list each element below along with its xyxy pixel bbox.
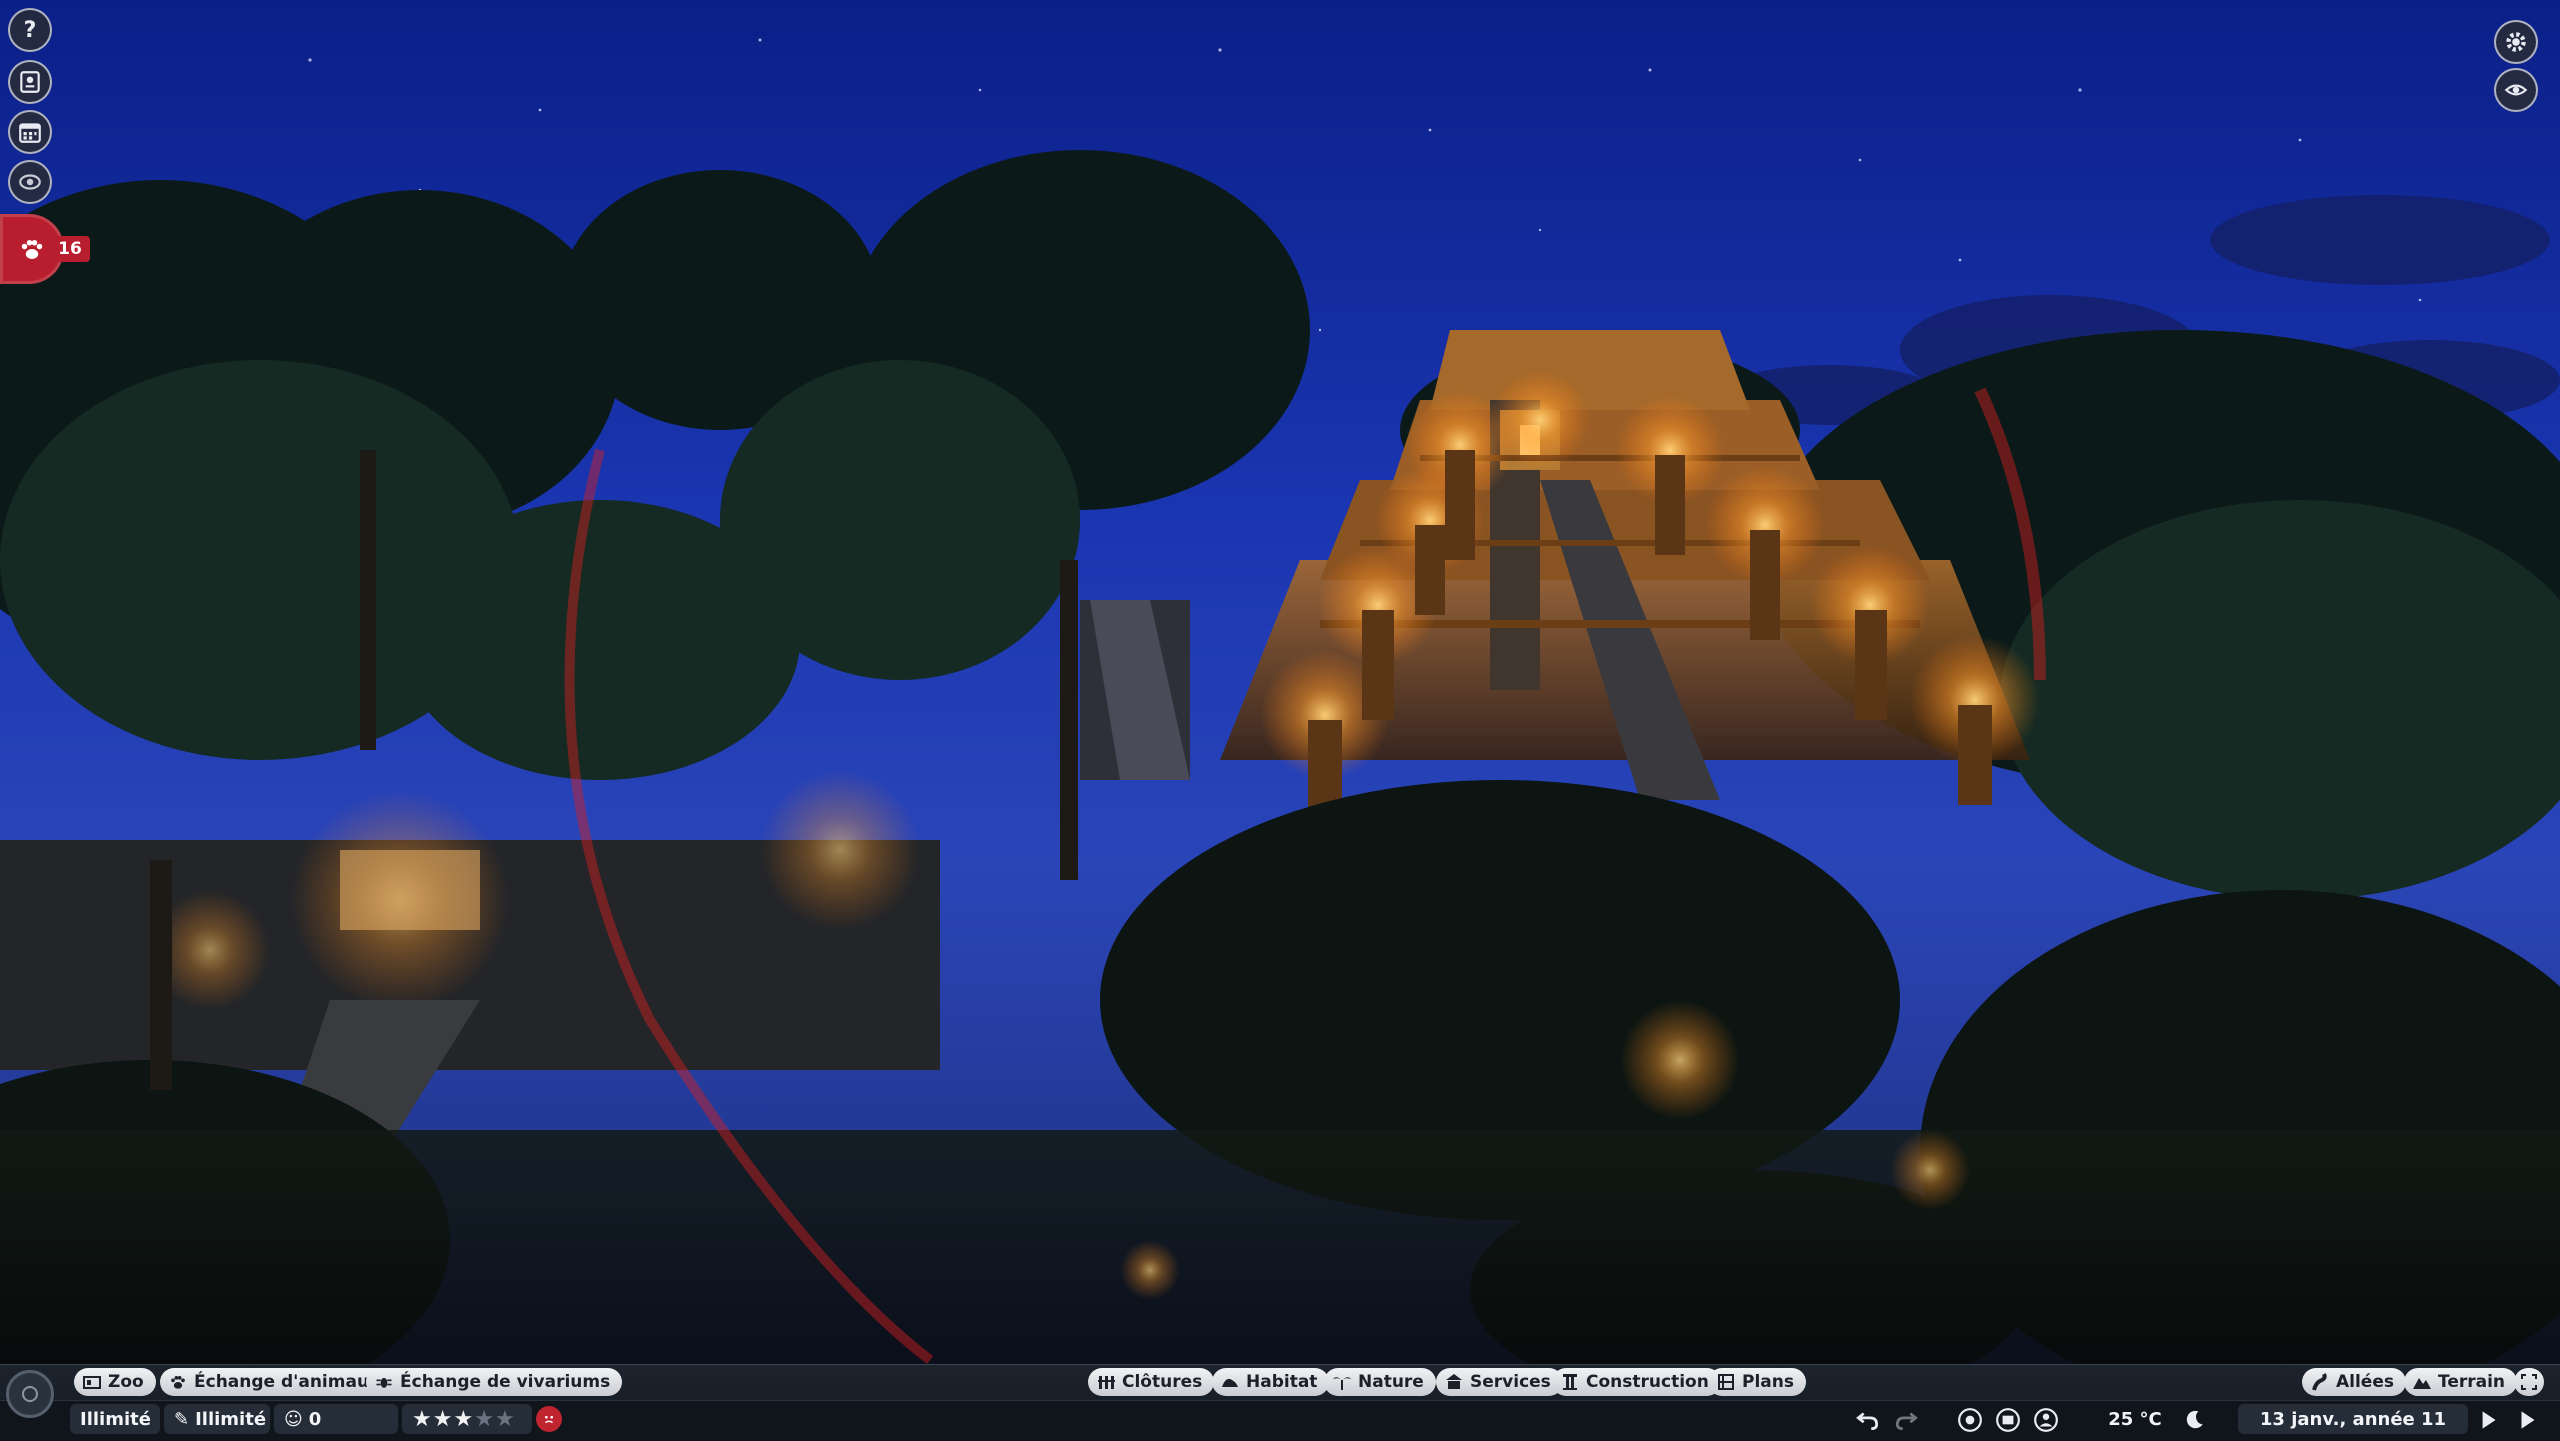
bug-icon bbox=[376, 1377, 392, 1388]
camera-mode-button[interactable] bbox=[6, 1370, 54, 1418]
moon-icon bbox=[2186, 1410, 2203, 1429]
guest-view-button[interactable] bbox=[2032, 1406, 2060, 1434]
redo-button[interactable] bbox=[1892, 1406, 1920, 1434]
play-icon bbox=[2482, 1411, 2496, 1429]
heatmap-button[interactable] bbox=[1956, 1406, 1984, 1434]
camera-icon bbox=[1996, 1408, 2020, 1432]
habitat-icon bbox=[1222, 1378, 1238, 1387]
tab-nature[interactable]: Nature bbox=[1324, 1368, 1436, 1396]
money-display[interactable]: Illimité bbox=[70, 1404, 160, 1434]
zoo-icon bbox=[83, 1376, 101, 1389]
tab-construction[interactable]: Construction bbox=[1552, 1368, 1721, 1396]
view-icon bbox=[19, 174, 41, 190]
star-empty-icon: ★ bbox=[474, 1406, 495, 1432]
settings-gear-icon bbox=[2506, 32, 2526, 52]
tab-animal-exchange-label: Échange d'animaux bbox=[194, 1372, 381, 1392]
tab-habitat-label: Habitat bbox=[1246, 1372, 1318, 1392]
redo-icon bbox=[1895, 1412, 1918, 1431]
tab-paths-label: Allées bbox=[2336, 1372, 2394, 1392]
guests-value: 0 bbox=[308, 1408, 322, 1430]
leaf-icon: ✎ bbox=[174, 1408, 190, 1430]
tab-fences[interactable]: Clôtures bbox=[1088, 1368, 1215, 1396]
camera-icon bbox=[22, 1386, 38, 1402]
paw-icon bbox=[171, 1376, 185, 1389]
calendar-button[interactable] bbox=[8, 110, 52, 154]
mood-sad-icon[interactable] bbox=[536, 1406, 562, 1432]
tab-animal-exchange[interactable]: Échange d'animaux bbox=[160, 1368, 393, 1396]
tab-blueprints-label: Plans bbox=[1742, 1372, 1794, 1392]
star-empty-icon: ★ bbox=[494, 1406, 516, 1432]
paw-icon bbox=[21, 240, 43, 259]
blueprint-icon bbox=[1718, 1374, 1734, 1390]
fast-forward-button[interactable] bbox=[2514, 1406, 2542, 1434]
temperature-value: 25 °C bbox=[2108, 1408, 2162, 1430]
calendar-icon bbox=[19, 123, 41, 143]
heatmap-icon bbox=[1958, 1408, 1982, 1432]
day-night-button[interactable] bbox=[2180, 1406, 2208, 1434]
star-filled-icon: ★ bbox=[412, 1406, 433, 1432]
shop-icon bbox=[1446, 1374, 1462, 1389]
undo-button[interactable] bbox=[1854, 1406, 1882, 1434]
star-filled-icon: ★ bbox=[453, 1406, 475, 1432]
fence-icon bbox=[1098, 1376, 1115, 1389]
expand-icon bbox=[2521, 1374, 2537, 1390]
tab-vivarium-exchange-label: Échange de vivariums bbox=[400, 1372, 611, 1392]
tab-paths[interactable]: Allées bbox=[2302, 1368, 2406, 1396]
tab-services-label: Services bbox=[1470, 1372, 1551, 1392]
palm-tree-icon bbox=[1333, 1377, 1351, 1390]
tab-terrain[interactable]: Terrain bbox=[2404, 1368, 2518, 1396]
temperature-display: 25 °C bbox=[2090, 1404, 2180, 1434]
path-icon bbox=[2312, 1373, 2327, 1391]
star-filled-icon: ★ bbox=[432, 1406, 454, 1432]
visibility-button[interactable] bbox=[2494, 68, 2538, 112]
guests-display[interactable]: ☺ 0 bbox=[274, 1404, 398, 1434]
encyclopedia-icon bbox=[20, 71, 40, 93]
date-value: 13 janv., année 11 bbox=[2259, 1408, 2447, 1430]
fast-forward-icon bbox=[2521, 1411, 2535, 1429]
animal-count-badge: 16 bbox=[50, 236, 90, 262]
tab-vivarium-exchange[interactable]: Échange de vivariums bbox=[366, 1368, 623, 1396]
tab-construction-label: Construction bbox=[1586, 1372, 1709, 1392]
undo-icon bbox=[1856, 1412, 1879, 1431]
tab-services[interactable]: Services bbox=[1436, 1368, 1563, 1396]
help-button[interactable]: ? bbox=[8, 8, 52, 52]
research-display[interactable]: ✎ Illimité bbox=[164, 1404, 270, 1434]
settings-button[interactable] bbox=[2494, 20, 2538, 64]
view-button[interactable] bbox=[8, 160, 52, 204]
expand-toolbar-button[interactable] bbox=[2514, 1368, 2544, 1396]
person-icon bbox=[2034, 1408, 2058, 1432]
rating-stars: ★★★★★ bbox=[412, 1407, 516, 1432]
encyclopedia-button[interactable] bbox=[8, 60, 52, 104]
tab-nature-label: Nature bbox=[1358, 1372, 1424, 1392]
guests-icon: ☺ bbox=[284, 1408, 303, 1430]
help-icon: ? bbox=[23, 17, 37, 43]
money-value: Illimité bbox=[80, 1408, 151, 1430]
tab-terrain-label: Terrain bbox=[2438, 1372, 2506, 1392]
date-display: 13 janv., année 11 bbox=[2238, 1404, 2468, 1434]
tab-zoo[interactable]: Zoo bbox=[74, 1368, 156, 1396]
zoo-night-scene bbox=[0, 0, 2560, 1440]
tab-zoo-label: Zoo bbox=[108, 1372, 144, 1392]
eye-icon bbox=[2504, 84, 2528, 96]
zoo-rating[interactable]: ★★★★★ bbox=[402, 1404, 532, 1434]
tab-habitat[interactable]: Habitat bbox=[1212, 1368, 1330, 1396]
tab-blueprints[interactable]: Plans bbox=[1708, 1368, 1806, 1396]
mountain-icon bbox=[2413, 1378, 2431, 1389]
research-value: Illimité bbox=[195, 1408, 267, 1430]
tab-fences-label: Clôtures bbox=[1122, 1372, 1203, 1392]
pillar-icon bbox=[1563, 1374, 1577, 1390]
camera-toggle-button[interactable] bbox=[1994, 1406, 2022, 1434]
play-speed-button[interactable] bbox=[2474, 1406, 2502, 1434]
